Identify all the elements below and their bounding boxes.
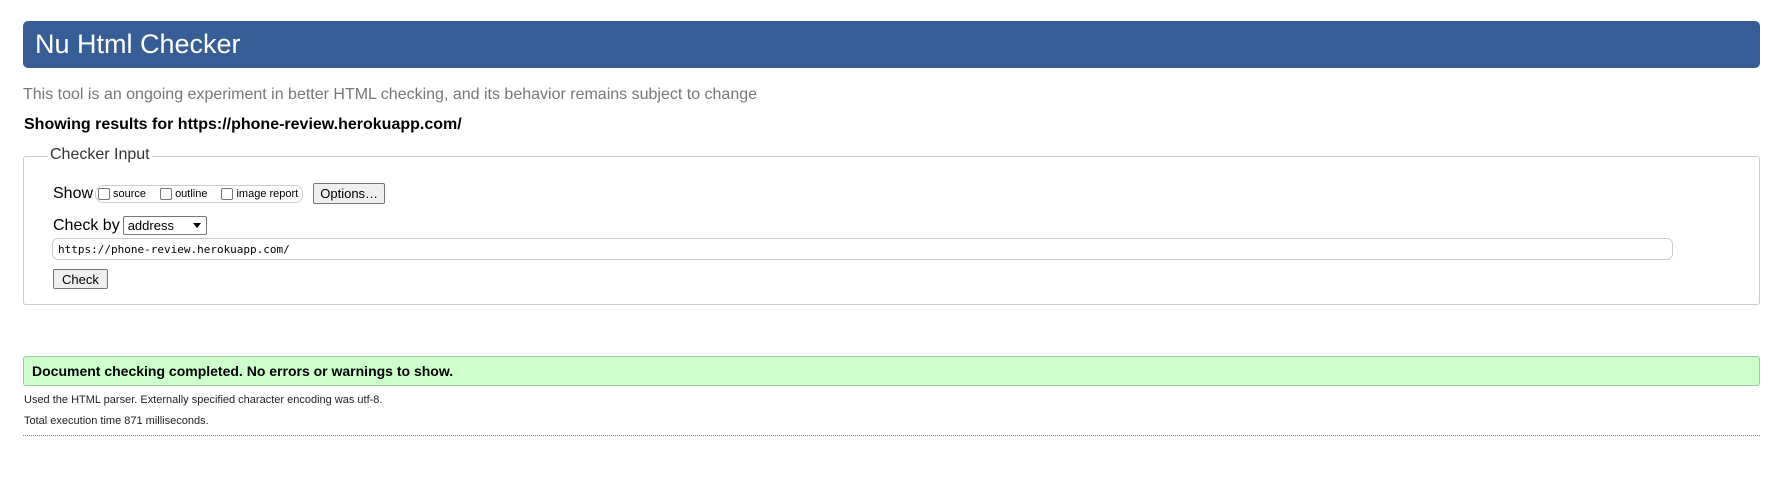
- url-input[interactable]: https://phone-review.herokuapp.com/: [52, 238, 1673, 260]
- checker-input-legend: Checker Input: [48, 146, 152, 164]
- image-report-checkbox[interactable]: [221, 187, 234, 200]
- show-image-report-option[interactable]: image report: [221, 187, 299, 200]
- page: Nu Html Checker This tool is an ongoing …: [0, 0, 1790, 481]
- page-title: Nu Html Checker: [35, 29, 241, 59]
- check-by-select[interactable]: address: [122, 216, 207, 235]
- checker-input-fieldset: Checker Input Show source outline image …: [23, 146, 1760, 305]
- source-label: source: [113, 187, 147, 200]
- outline-checkbox[interactable]: [160, 187, 173, 200]
- options-button[interactable]: Options…: [313, 183, 386, 204]
- show-label: Show: [53, 184, 94, 202]
- success-message: Document checking completed. No errors o…: [23, 356, 1760, 386]
- show-outline-option[interactable]: outline: [160, 187, 208, 200]
- check-by-row: Check by address: [53, 216, 207, 235]
- check-button[interactable]: Check: [53, 269, 108, 289]
- show-row: Show source outline image report Options…: [53, 183, 386, 204]
- show-source-option[interactable]: source: [98, 187, 147, 200]
- parser-info: Used the HTML parser. Externally specifi…: [24, 394, 383, 406]
- check-by-selected-value: address: [127, 218, 174, 233]
- image-report-label: image report: [236, 187, 299, 200]
- execution-time: Total execution time 871 milliseconds.: [24, 415, 209, 427]
- outline-label: outline: [175, 187, 208, 200]
- divider: [23, 435, 1760, 436]
- chevron-down-icon: [192, 223, 201, 228]
- show-options-group: source outline image report: [95, 184, 304, 203]
- header-banner: Nu Html Checker: [23, 21, 1760, 68]
- source-checkbox[interactable]: [98, 187, 111, 200]
- tagline: This tool is an ongoing experiment in be…: [23, 86, 758, 103]
- results-heading: Showing results for https://phone-review…: [24, 116, 462, 133]
- check-by-label: Check by: [53, 216, 120, 234]
